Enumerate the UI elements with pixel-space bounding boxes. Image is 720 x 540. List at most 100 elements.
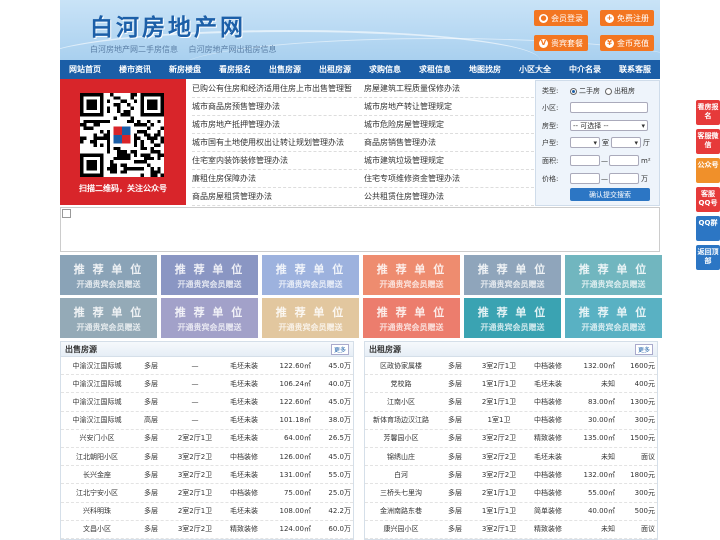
side-button[interactable]: 客服微信 [696, 129, 720, 154]
nav-item[interactable]: 求购信息 [360, 64, 410, 75]
site-logo-title[interactable]: 白河房地产网 [90, 8, 246, 42]
recommend-slot[interactable]: 推 荐 单 位开通贵宾会员赠送 [464, 255, 561, 295]
side-button[interactable]: 看房报名 [696, 100, 720, 125]
register-button[interactable]: + 免费注册 [600, 10, 654, 26]
news-link[interactable]: 城市危险房屋管理规定 [364, 116, 534, 134]
nav-item[interactable]: 楼市资讯 [110, 64, 160, 75]
news-link[interactable]: 城市建筑垃圾管理规定 [364, 152, 534, 170]
news-link[interactable]: 已购公有住房和经济适用住房上市出售管理暂 [192, 80, 362, 98]
listing-name-link[interactable]: 白河 [365, 470, 437, 480]
news-link[interactable]: 城市房地产转让管理规定 [364, 98, 534, 116]
nav-item[interactable]: 联系客服 [610, 64, 660, 75]
listing-name-link[interactable]: 文昌小区 [61, 524, 133, 534]
radio-second-hand[interactable]: 二手房 [570, 86, 600, 96]
house-type-select[interactable]: -- 可选择 -- ▾ [570, 120, 648, 131]
table-row[interactable]: 江北朝阳小区 多层 3室2厅2卫 中档装修 126.00㎡ 45.0万 [61, 448, 353, 467]
recommend-slot[interactable]: 推 荐 单 位开通贵宾会员赠送 [60, 255, 157, 295]
nav-item[interactable]: 中介名录 [560, 64, 610, 75]
listing-name-link[interactable]: 党校路 [365, 379, 437, 389]
table-row[interactable]: 芳馨园小区 多层 3室2厅2卫 精致装修 135.00㎡ 1500元 [365, 430, 657, 448]
table-row[interactable]: 区政协家属楼 多层 3室2厅1卫 中档装修 132.00㎡ 1600元 [365, 357, 657, 376]
community-input[interactable] [570, 102, 648, 113]
listing-name-link[interactable]: 江南小区 [365, 397, 437, 407]
listing-name-link[interactable]: 长兴金座 [61, 470, 133, 480]
news-link[interactable]: 商品房销售管理办法 [364, 134, 534, 152]
nav-item[interactable]: 地图找房 [460, 64, 510, 75]
area-max-input[interactable] [609, 155, 639, 166]
listing-name-link[interactable]: 兴科明珠 [61, 506, 133, 516]
ad-banner[interactable] [60, 207, 660, 252]
recommend-slot[interactable]: 推 荐 单 位开通贵宾会员赠送 [363, 298, 460, 338]
table-row[interactable]: 康兴园小区 多层 3室2厅1卫 精致装修 未知 面议 [365, 521, 657, 539]
news-link[interactable]: 廉租住房保障办法 [192, 170, 362, 188]
news-link[interactable]: 房屋建筑工程质量保修办法 [364, 80, 534, 98]
table-row[interactable]: 中渝汉江国际城 多层 — 毛坯未装 122.60㎡ 45.0万 [61, 357, 353, 376]
recommend-slot[interactable]: 推 荐 单 位开通贵宾会员赠送 [262, 255, 359, 295]
listing-name-link[interactable]: 中渝汉江国际城 [61, 379, 133, 389]
more-button[interactable]: 更多 [634, 344, 653, 355]
table-row[interactable]: 江北宁安小区 多层 2室2厅1卫 中档装修 75.00㎡ 25.0万 [61, 484, 353, 503]
listing-name-link[interactable]: 兴安门小区 [61, 433, 133, 443]
recommend-slot[interactable]: 推 荐 单 位开通贵宾会员赠送 [161, 298, 258, 338]
nav-item[interactable]: 新房楼盘 [160, 64, 210, 75]
table-row[interactable]: 兴科明珠 多层 2室2厅1卫 毛坯未装 108.00㎡ 42.2万 [61, 503, 353, 521]
table-row[interactable]: 金洲南路东巷 多层 1室1厅1卫 简单装修 40.00㎡ 500元 [365, 503, 657, 521]
nav-item[interactable]: 看房报名 [210, 64, 260, 75]
listing-name-link[interactable]: 金洲南路东巷 [365, 506, 437, 516]
listing-name-link[interactable]: 新体育场边汉江路 [365, 415, 437, 425]
table-row[interactable]: 兴安门小区 多层 2室2厅1卫 毛坯未装 64.00㎡ 26.5万 [61, 430, 353, 448]
side-button[interactable]: QQ群 [696, 216, 720, 241]
news-link[interactable]: 住宅专项维修资金管理办法 [364, 170, 534, 188]
listing-name-link[interactable]: 芳馨园小区 [365, 433, 437, 443]
link-second-hand[interactable]: 白河房地产网二手房信息 [90, 45, 178, 54]
nav-item[interactable]: 出租房源 [310, 64, 360, 75]
recommend-slot[interactable]: 推 荐 单 位开通贵宾会员赠送 [565, 298, 662, 338]
link-rental[interactable]: 白河房地产网出租房信息 [189, 45, 277, 54]
listing-name-link[interactable]: 中渝汉江国际城 [61, 415, 133, 425]
nav-item[interactable]: 出售房源 [260, 64, 310, 75]
table-row[interactable]: 党校路 多层 1室1厅1卫 毛坯未装 未知 400元 [365, 375, 657, 394]
side-button[interactable]: 客服QQ号 [696, 187, 720, 212]
listing-name-link[interactable]: 康兴园小区 [365, 524, 437, 534]
login-button[interactable]: ● 会员登录 [534, 10, 588, 26]
recommend-slot[interactable]: 推 荐 单 位开通贵宾会员赠送 [363, 255, 460, 295]
recommend-slot[interactable]: 推 荐 单 位开通贵宾会员赠送 [565, 255, 662, 295]
more-button[interactable]: 更多 [330, 344, 349, 355]
table-row[interactable]: 中渝汉江国际城 高层 — 毛坯未装 101.18㎡ 38.0万 [61, 412, 353, 430]
table-row[interactable]: 江南小区 多层 2室1厅1卫 中档装修 83.00㎡ 1300元 [365, 393, 657, 412]
vip-package-button[interactable]: V 贵宾套餐 [534, 35, 588, 51]
nav-item[interactable]: 求租信息 [410, 64, 460, 75]
recommend-slot[interactable]: 推 荐 单 位开通贵宾会员赠送 [464, 298, 561, 338]
listing-name-link[interactable]: 锦绣山庄 [365, 452, 437, 462]
radio-rental[interactable]: 出租房 [605, 86, 635, 96]
table-row[interactable]: 长兴金座 多层 3室2厅2卫 毛坯未装 131.00㎡ 55.0万 [61, 466, 353, 485]
recommend-slot[interactable]: 推 荐 单 位开通贵宾会员赠送 [161, 255, 258, 295]
listing-name-link[interactable]: 江北朝阳小区 [61, 452, 133, 462]
room-select[interactable]: ▾ [570, 137, 600, 148]
news-link[interactable]: 城市商品房预售管理办法 [192, 98, 362, 116]
table-row[interactable]: 文昌小区 多层 3室2厅2卫 精致装修 124.00㎡ 60.0万 [61, 521, 353, 539]
news-link[interactable]: 城市国有土地使用权出让转让规划管理办法 [192, 134, 362, 152]
news-link[interactable]: 住宅室内装饰装修管理办法 [192, 152, 362, 170]
listing-name-link[interactable]: 中渝汉江国际城 [61, 397, 133, 407]
table-row[interactable]: 中渝汉江国际城 多层 — 毛坯未装 122.60㎡ 45.0万 [61, 393, 353, 412]
table-row[interactable]: 锦绣山庄 多层 3室2厅2卫 毛坯未装 未知 面议 [365, 448, 657, 467]
table-row[interactable]: 白河 多层 3室2厅2卫 中档装修 132.00㎡ 1800元 [365, 466, 657, 485]
side-button[interactable]: 返回顶部 [696, 245, 720, 270]
news-link[interactable]: 城市房地产抵押管理办法 [192, 116, 362, 134]
table-row[interactable]: 中渝汉江国际城 多层 — 毛坯未装 106.24㎡ 40.0万 [61, 375, 353, 394]
nav-item[interactable]: 网站首页 [60, 64, 110, 75]
listing-name-link[interactable]: 江北宁安小区 [61, 488, 133, 498]
table-row[interactable]: 新体育场边汉江路 多层 1室1卫 中档装修 30.00㎡ 300元 [365, 412, 657, 430]
nav-item[interactable]: 小区大全 [510, 64, 560, 75]
recommend-slot[interactable]: 推 荐 单 位开通贵宾会员赠送 [262, 298, 359, 338]
price-max-input[interactable] [609, 173, 639, 184]
side-button[interactable]: 公众号 [696, 158, 720, 183]
hall-select[interactable]: ▾ [611, 137, 641, 148]
listing-name-link[interactable]: 三桥头七里沟 [365, 488, 437, 498]
price-min-input[interactable] [570, 173, 600, 184]
search-submit-button[interactable]: 确认提交搜索 [570, 188, 650, 201]
area-min-input[interactable] [570, 155, 600, 166]
news-link[interactable]: 公共租赁住房管理办法 [364, 188, 534, 206]
coin-recharge-button[interactable]: ¥ 金币充值 [600, 35, 654, 51]
